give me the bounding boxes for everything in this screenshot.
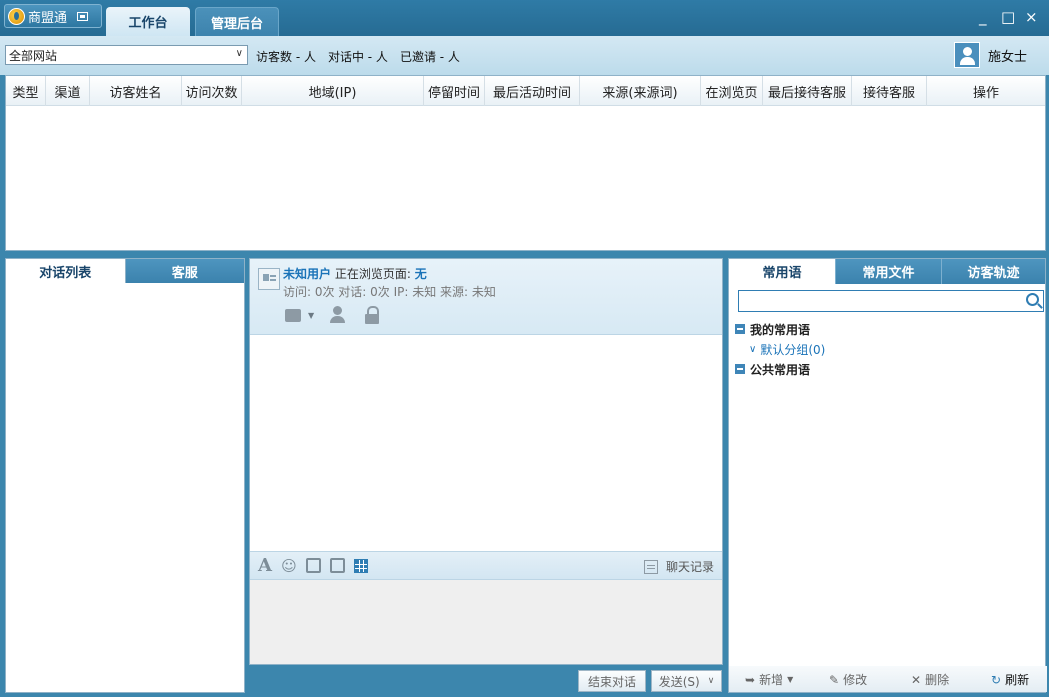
column-stay-time[interactable]: 停留时间 xyxy=(424,76,485,106)
stat-invited: 已邀请 - 人 xyxy=(399,50,460,64)
app-menu-button[interactable]: 商盟通 xyxy=(4,4,102,28)
column-type[interactable]: 类型 xyxy=(6,76,46,106)
tree-node-label: 公共常用语 xyxy=(750,362,811,377)
visitor-status-line: 未知用户 正在浏览页面: 无 xyxy=(283,265,427,282)
chat-history-label: 聊天记录 xyxy=(665,560,714,574)
chat-history-button[interactable]: 聊天记录 xyxy=(643,558,714,575)
add-label: 新增 xyxy=(759,673,784,687)
close-button[interactable]: × xyxy=(1025,9,1038,25)
end-conversation-button[interactable]: 结束对话 xyxy=(578,670,646,692)
column-last-agent[interactable]: 最后接待客服 xyxy=(763,76,852,106)
right-tabs: 常用语 常用文件 访客轨迹 xyxy=(729,259,1045,284)
chevron-down-icon[interactable]: ∨ xyxy=(708,676,715,686)
visitor-card-icon xyxy=(258,268,280,290)
collapse-icon[interactable] xyxy=(735,324,745,334)
send-file-icon[interactable] xyxy=(329,558,345,573)
edit-label: 修改 xyxy=(843,673,868,687)
visitor-table: 类型 渠道 访客姓名 访问次数 地域(IP) 停留时间 最后活动时间 来源(来源… xyxy=(5,75,1046,251)
delete-label: 删除 xyxy=(925,673,950,687)
phrase-search-input[interactable] xyxy=(738,290,1044,312)
chat-panel: 未知用户 正在浏览页面: 无 访问: 0次 对话: 0次 IP: 未知 来源: … xyxy=(249,258,723,665)
menu-icon[interactable] xyxy=(77,11,89,21)
user-avatar-icon xyxy=(954,42,980,68)
maximize-button[interactable]: □ xyxy=(1001,9,1015,25)
lock-icon[interactable] xyxy=(362,305,382,325)
font-icon[interactable]: A xyxy=(256,555,274,576)
tree-node-label: 默认分组(0) xyxy=(760,342,826,357)
current-user[interactable]: 施女士 xyxy=(954,42,1027,68)
tab-visitor-trail[interactable]: 访客轨迹 xyxy=(941,259,1045,284)
column-visit-count[interactable]: 访问次数 xyxy=(182,76,242,106)
chat-action-bar: 结束对话 发送(S) ∨ xyxy=(249,667,723,695)
column-region-ip[interactable]: 地域(IP) xyxy=(242,76,424,106)
tab-common-phrases[interactable]: 常用语 xyxy=(729,259,835,284)
column-channel[interactable]: 渠道 xyxy=(46,76,90,106)
tree-node-public-phrases[interactable]: 公共常用语 xyxy=(735,359,825,379)
tab-conversation-list[interactable]: 对话列表 xyxy=(6,259,126,283)
visitor-info-header: 未知用户 正在浏览页面: 无 访问: 0次 对话: 0次 IP: 未知 来源: … xyxy=(250,259,722,335)
edit-phrase-button[interactable]: ✎ 修改 xyxy=(829,671,867,688)
history-icon xyxy=(643,559,658,574)
tree-node-my-phrases[interactable]: 我的常用语 xyxy=(735,319,825,339)
phrase-actions-bar: ➥ 新增 ▼ ✎ 修改 ✕ 删除 ↻ 刷新 xyxy=(729,666,1047,692)
transfer-user-icon[interactable] xyxy=(328,305,348,325)
left-tabs: 对话列表 客服 xyxy=(6,259,244,283)
tree-node-label: 我的常用语 xyxy=(750,322,811,337)
tab-workbench[interactable]: 工作台 xyxy=(106,7,190,36)
conversation-list-panel: 对话列表 客服 xyxy=(5,258,245,693)
refresh-label: 刷新 xyxy=(1005,673,1030,687)
tab-admin[interactable]: 管理后台 xyxy=(195,7,279,36)
add-phrase-button[interactable]: ➥ 新增 ▼ xyxy=(745,671,793,688)
user-name: 施女士 xyxy=(988,49,1028,65)
collapse-icon[interactable] xyxy=(735,364,745,374)
column-source[interactable]: 来源(来源词) xyxy=(580,76,701,106)
folder-icon[interactable] xyxy=(284,305,304,325)
chevron-down-icon: ∨ xyxy=(235,48,243,59)
pencil-icon: ✎ xyxy=(829,672,840,687)
emoji-icon[interactable]: ☺ xyxy=(280,557,298,575)
visitor-tools: ▼ xyxy=(284,305,382,325)
browsing-page: 无 xyxy=(414,267,427,281)
title-bar: 商盟通 工作台 管理后台 _ □ × xyxy=(0,0,1049,36)
chevron-down-icon: ∨ xyxy=(749,343,757,355)
table-header: 类型 渠道 访客姓名 访问次数 地域(IP) 停留时间 最后活动时间 来源(来源… xyxy=(6,76,1045,106)
column-visitor-name[interactable]: 访客姓名 xyxy=(90,76,182,106)
send-button-label: 发送(S) xyxy=(658,674,700,689)
column-agent[interactable]: 接待客服 xyxy=(852,76,927,106)
chat-message-area xyxy=(250,335,722,551)
stat-visitors: 访客数 - 人 xyxy=(256,50,316,64)
send-button[interactable]: 发送(S) ∨ xyxy=(651,670,722,692)
quick-reply-panel: 常用语 常用文件 访客轨迹 我的常用语 ∨ 默认分组(0) 公共常用语 ➥ 新增… xyxy=(728,258,1047,693)
minimize-button[interactable]: _ xyxy=(979,9,987,25)
visitor-details: 访问: 0次 对话: 0次 IP: 未知 来源: 未知 xyxy=(283,285,496,299)
browsing-label: 正在浏览页面: xyxy=(334,267,411,281)
column-current-page[interactable]: 在浏览页 xyxy=(701,76,763,106)
input-toolbar: A ☺ 聊天记录 xyxy=(250,551,722,580)
column-actions[interactable]: 操作 xyxy=(927,76,1045,106)
search-icon[interactable] xyxy=(1026,293,1039,306)
app-name: 商盟通 xyxy=(28,10,68,26)
message-input[interactable] xyxy=(250,580,722,664)
delete-phrase-button[interactable]: ✕ 删除 xyxy=(911,671,949,688)
refresh-button[interactable]: ↻ 刷新 xyxy=(991,671,1029,688)
stat-chatting: 对话中 - 人 xyxy=(327,50,388,64)
screenshot-icon[interactable] xyxy=(305,558,321,573)
column-last-active[interactable]: 最后活动时间 xyxy=(485,76,580,106)
site-select[interactable]: 全部网站 ∨ xyxy=(5,45,248,65)
visitor-name[interactable]: 未知用户 xyxy=(283,267,331,281)
caret-down-icon[interactable]: ▼ xyxy=(308,311,314,320)
refresh-icon: ↻ xyxy=(991,672,1002,687)
tree-node-default-group[interactable]: ∨ 默认分组(0) xyxy=(735,339,825,359)
tab-common-files[interactable]: 常用文件 xyxy=(835,259,941,284)
app-logo-icon xyxy=(8,7,25,25)
grid-icon[interactable] xyxy=(354,558,368,573)
delete-icon: ✕ xyxy=(911,672,922,687)
site-select-value: 全部网站 xyxy=(9,48,58,63)
caret-down-icon: ▼ xyxy=(787,675,794,684)
tab-agents[interactable]: 客服 xyxy=(125,259,244,283)
visitor-stats: 访客数 - 人 对话中 - 人 已邀请 - 人 xyxy=(256,48,460,65)
add-icon: ➥ xyxy=(745,672,756,687)
filter-bar: 全部网站 ∨ 访客数 - 人 对话中 - 人 已邀请 - 人 施女士 xyxy=(0,36,1049,75)
phrase-tree: 我的常用语 ∨ 默认分组(0) 公共常用语 xyxy=(735,319,825,379)
